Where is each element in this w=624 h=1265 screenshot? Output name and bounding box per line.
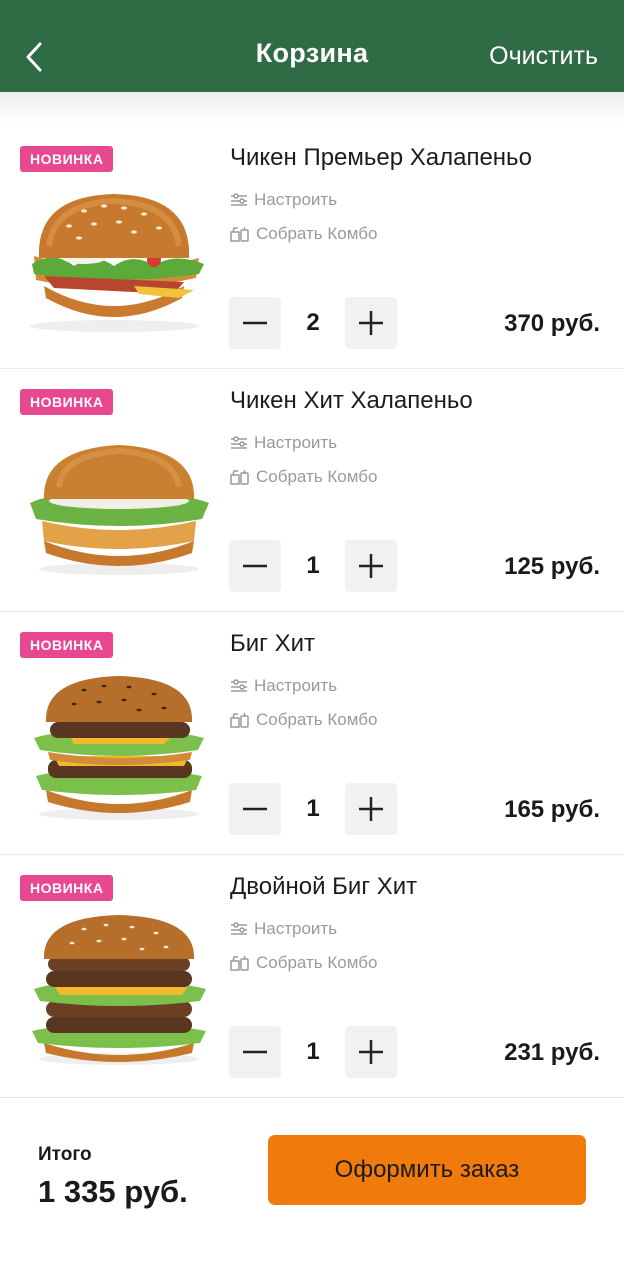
configure-label: Настроить	[254, 433, 338, 452]
quantity-value: 1	[306, 552, 320, 579]
combo-icon	[230, 713, 249, 728]
plus-icon	[359, 797, 383, 821]
increase-quantity-button[interactable]	[345, 1026, 397, 1078]
header-divider	[0, 92, 624, 126]
configure-label: Настроить	[254, 190, 338, 209]
increase-quantity-button[interactable]	[345, 297, 397, 349]
minus-icon	[243, 564, 267, 568]
item-price: 125 руб.	[504, 553, 600, 580]
burger-image	[32, 915, 206, 1065]
total-value: 1 335 руб.	[38, 1174, 188, 1209]
quantity-value: 2	[306, 309, 320, 336]
item-price: 231 руб.	[504, 1039, 600, 1066]
sliders-icon	[231, 193, 247, 206]
cart-list: НОВИНКА Чикен Премьер Халапеньо Настроит…	[0, 126, 624, 1098]
item-name: Биг Хит	[230, 630, 315, 657]
clear-cart-button[interactable]: Очистить	[489, 42, 598, 71]
burger-image	[30, 445, 209, 575]
chevron-left-icon	[26, 42, 42, 72]
combo-link[interactable]: Собрать Комбо	[230, 224, 377, 244]
increase-quantity-button[interactable]	[345, 540, 397, 592]
cart-item: НОВИНКА Чикен Хит Халапеньо Настроить Со…	[0, 369, 624, 612]
new-badge: НОВИНКА	[20, 389, 114, 415]
configure-label: Настроить	[254, 676, 338, 695]
configure-link[interactable]: Настроить	[230, 190, 337, 210]
combo-link[interactable]: Собрать Комбо	[230, 467, 377, 487]
configure-link[interactable]: Настроить	[230, 676, 337, 696]
sliders-icon	[231, 922, 247, 935]
checkout-button[interactable]: Оформить заказ	[268, 1135, 586, 1205]
combo-label: Собрать Комбо	[256, 224, 378, 243]
decrease-quantity-button[interactable]	[229, 297, 281, 349]
app-header: Корзина Очистить	[0, 0, 624, 92]
combo-label: Собрать Комбо	[256, 467, 378, 486]
combo-link[interactable]: Собрать Комбо	[230, 953, 377, 973]
new-badge: НОВИНКА	[20, 146, 114, 172]
combo-icon	[230, 227, 249, 242]
plus-icon	[359, 311, 383, 335]
quantity-value: 1	[306, 1038, 320, 1065]
cart-item: НОВИНКА Чикен Премьер Халапеньо Настроит…	[0, 126, 624, 369]
item-name: Двойной Биг Хит	[230, 873, 418, 900]
increase-quantity-button[interactable]	[345, 783, 397, 835]
back-button[interactable]	[22, 40, 50, 74]
page-title: Корзина	[255, 38, 369, 68]
sliders-icon	[231, 679, 247, 692]
plus-icon	[359, 554, 383, 578]
decrease-quantity-button[interactable]	[229, 783, 281, 835]
minus-icon	[243, 321, 267, 325]
combo-icon	[230, 956, 249, 971]
burger-image	[29, 194, 204, 332]
combo-icon	[230, 470, 249, 485]
cart-item: НОВИНКА Биг Хит Настроить Собрать Комбо …	[0, 612, 624, 855]
decrease-quantity-button[interactable]	[229, 1026, 281, 1078]
burger-image	[34, 676, 204, 820]
new-badge: НОВИНКА	[20, 632, 114, 658]
total-label: Итого	[38, 1144, 92, 1165]
cart-item: НОВИНКА Двойной Биг Хит Настроить Собрат…	[0, 855, 624, 1098]
item-name: Чикен Премьер Халапеньо	[230, 144, 532, 171]
combo-link[interactable]: Собрать Комбо	[230, 710, 377, 730]
configure-label: Настроить	[254, 919, 338, 938]
item-price: 165 руб.	[504, 796, 600, 823]
configure-link[interactable]: Настроить	[230, 433, 337, 453]
decrease-quantity-button[interactable]	[229, 540, 281, 592]
cart-footer: Итого 1 335 руб. Оформить заказ	[0, 1100, 624, 1265]
combo-label: Собрать Комбо	[256, 710, 378, 729]
quantity-value: 1	[306, 795, 320, 822]
minus-icon	[243, 807, 267, 811]
configure-link[interactable]: Настроить	[230, 919, 337, 939]
minus-icon	[243, 1050, 267, 1054]
new-badge: НОВИНКА	[20, 875, 114, 901]
item-name: Чикен Хит Халапеньо	[230, 387, 473, 414]
combo-label: Собрать Комбо	[256, 953, 378, 972]
plus-icon	[359, 1040, 383, 1064]
sliders-icon	[231, 436, 247, 449]
item-price: 370 руб.	[504, 310, 600, 337]
